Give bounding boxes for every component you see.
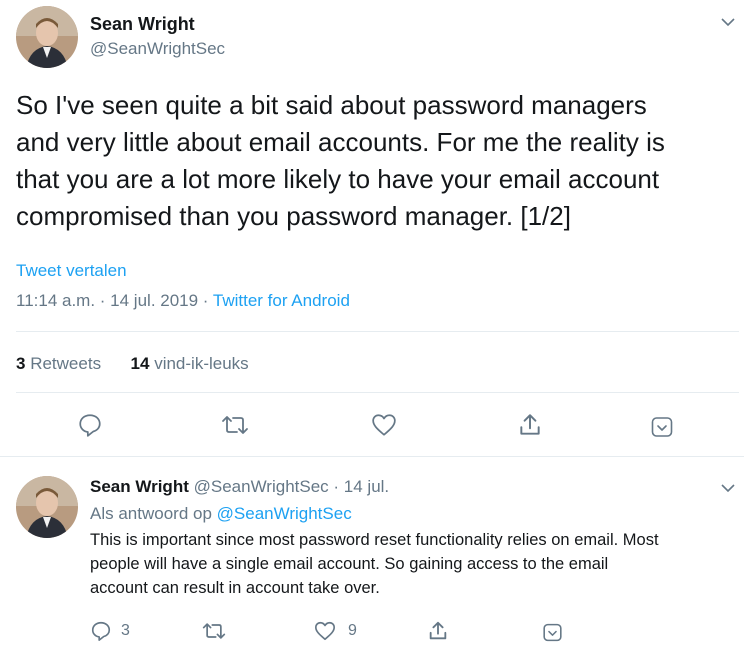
retweets-label: Retweets	[30, 354, 102, 373]
reply-chevron-down-icon[interactable]	[720, 480, 736, 501]
like-button[interactable]	[369, 410, 399, 440]
reply-text-line: people will have a single email account.…	[90, 555, 609, 573]
retweets-stat[interactable]: 3 Retweets	[16, 354, 101, 373]
retweet-button[interactable]	[220, 410, 250, 440]
retweet-icon	[222, 416, 248, 434]
avatar[interactable]	[16, 6, 78, 68]
reply-dm-button[interactable]	[542, 622, 563, 648]
reply-reply-button[interactable]: 3	[90, 620, 130, 642]
envelope-down-icon	[651, 417, 673, 437]
tweet-text-line: compromised than you password manager. […	[16, 201, 571, 231]
share-icon	[520, 414, 540, 435]
heart-icon	[372, 414, 396, 436]
reply-text-line: account can result in account take over.	[90, 579, 380, 597]
reply-like-button[interactable]: 9	[314, 620, 357, 642]
author-handle[interactable]: @SeanWrightSec	[90, 39, 225, 59]
reply-retweet-button[interactable]	[202, 620, 226, 647]
tweet-stats: 3 Retweets 14 vind-ik-leuks	[16, 354, 249, 374]
share-icon	[429, 621, 447, 640]
reply-count: 3	[121, 622, 130, 639]
reply-to-label: Als antwoord op	[90, 504, 217, 523]
envelope-down-icon	[543, 623, 562, 642]
likes-label: vind-ik-leuks	[154, 354, 249, 373]
likes-count: 14	[130, 354, 150, 373]
tweet-text-line: that you are a lot more likely to have y…	[16, 164, 660, 194]
share-button[interactable]	[515, 410, 545, 440]
tweet-text-line: and very little about email accounts. Fo…	[16, 127, 665, 157]
divider	[0, 456, 744, 457]
reply-header: Sean Wright @SeanWrightSec · 14 jul.	[90, 477, 389, 497]
reply-text: This is important since most password re…	[90, 528, 740, 600]
reply-icon	[91, 621, 111, 641]
like-count: 9	[348, 622, 357, 639]
timestamp[interactable]: 11:14 a.m. · 14 jul. 2019 ·	[16, 291, 213, 310]
reply-avatar[interactable]	[16, 476, 78, 538]
heart-icon	[315, 621, 335, 641]
author-name[interactable]: Sean Wright	[90, 14, 195, 35]
reply-author-handle[interactable]: @SeanWrightSec	[194, 477, 329, 496]
retweet-icon	[202, 623, 226, 639]
reply-button[interactable]	[75, 410, 105, 440]
reply-to-handle[interactable]: @SeanWrightSec	[217, 504, 352, 523]
divider	[16, 392, 739, 393]
translate-link[interactable]: Tweet vertalen	[16, 261, 127, 281]
tweet-text-line: So I've seen quite a bit said about pass…	[16, 90, 647, 120]
reply-text-line: This is important since most password re…	[90, 531, 659, 549]
retweets-count: 3	[16, 354, 26, 373]
tweet-text: So I've seen quite a bit said about pass…	[16, 87, 736, 235]
likes-stat[interactable]: 14 vind-ik-leuks	[131, 354, 249, 373]
reply-share-button[interactable]	[427, 620, 449, 647]
dm-button[interactable]	[647, 412, 677, 442]
tweet-meta: 11:14 a.m. · 14 jul. 2019 · Twitter for …	[16, 291, 350, 311]
divider	[16, 331, 739, 332]
source-link[interactable]: Twitter for Android	[213, 291, 350, 310]
reply-to: Als antwoord op @SeanWrightSec	[90, 504, 352, 524]
reply-date[interactable]: · 14 jul.	[333, 477, 389, 496]
chevron-down-icon[interactable]	[720, 14, 736, 35]
reply-author-name[interactable]: Sean Wright	[90, 477, 189, 496]
reply-icon	[79, 414, 101, 437]
